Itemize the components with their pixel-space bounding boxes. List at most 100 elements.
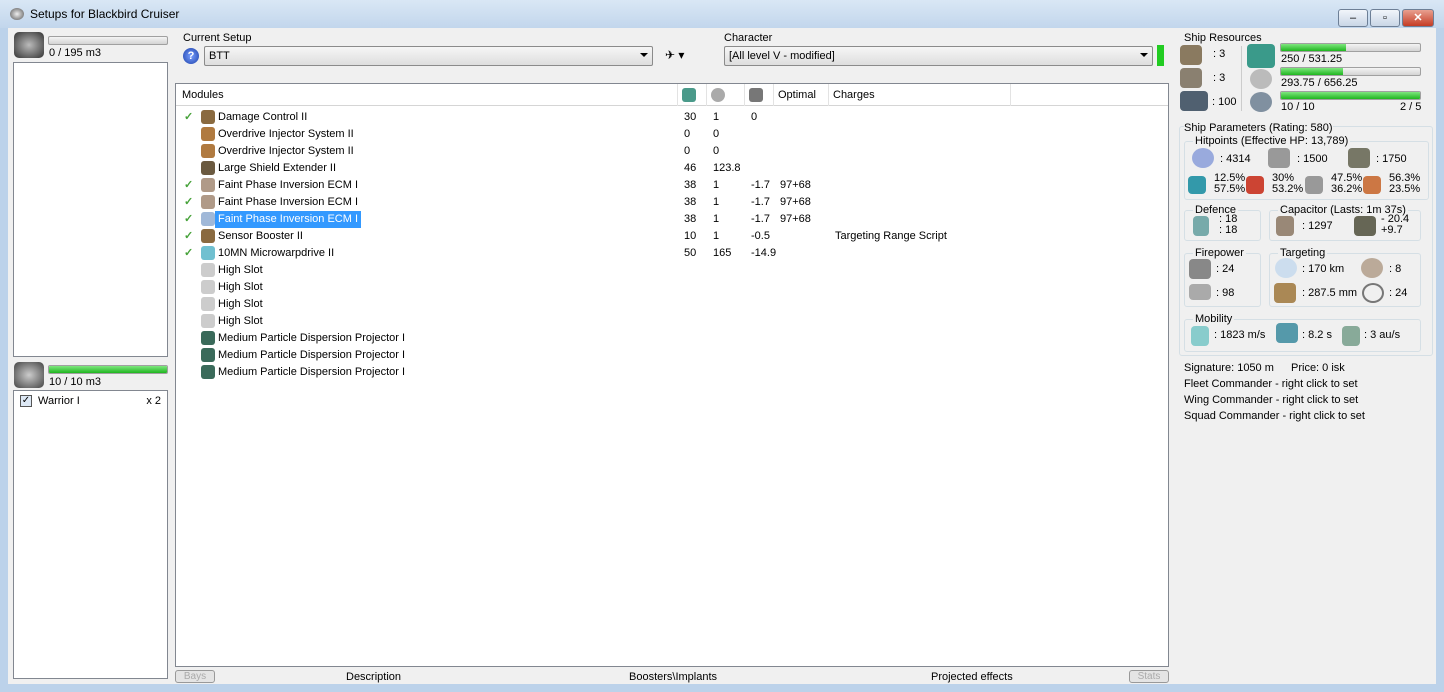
module-powergrid: 1 (713, 179, 720, 191)
module-name: High Slot (218, 264, 263, 276)
divider (1241, 46, 1242, 111)
character-dropdown[interactable]: [All level V - modified] (724, 46, 1153, 66)
scan-resolution: : 287.5 mm (1302, 287, 1358, 299)
tab-bays[interactable]: Bays (175, 670, 215, 683)
squad-commander[interactable]: Squad Commander - right click to set (1184, 410, 1365, 422)
resist-type-icon (1246, 176, 1264, 194)
minimize-button[interactable]: – (1338, 9, 1368, 27)
sensor-strength-icon (1362, 283, 1384, 303)
setup-dropdown[interactable]: BTT (204, 46, 653, 66)
module-powergrid: 1 (713, 196, 720, 208)
column-modules[interactable]: Modules (178, 84, 678, 106)
module-row[interactable]: Overdrive Injector System II 0 0 (176, 126, 1166, 143)
shield-icon (1192, 148, 1214, 168)
capacitor-capacity: : 1297 (1302, 220, 1333, 232)
cpu-icon (1247, 44, 1275, 68)
active-check-icon: ✓ (184, 230, 194, 242)
max-velocity: : 1823 m/s (1214, 329, 1266, 341)
module-cpu: 0 (684, 128, 691, 140)
module-row[interactable]: High Slot (176, 296, 1166, 313)
launcher-hardpoint-icon (1180, 68, 1202, 88)
module-icon (201, 229, 215, 243)
modules-list[interactable]: Modules Optimal Charges ✓ Damage Control … (175, 83, 1169, 667)
fleet-commander[interactable]: Fleet Commander - right click to set (1184, 378, 1358, 390)
resist-value: 57.5% (1214, 183, 1246, 195)
module-row[interactable]: ✓ 10MN Microwarpdrive II 50 165 -14.9 (176, 245, 1166, 262)
character-value: [All level V - modified] (729, 50, 835, 62)
column-optimal[interactable]: Optimal (774, 84, 829, 106)
defence-icon (1193, 216, 1209, 236)
module-optimal: 97+68 (780, 213, 811, 225)
active-check-icon: ✓ (184, 247, 194, 259)
active-check-icon: ✓ (184, 179, 194, 191)
module-row[interactable]: ✓ Damage Control II 30 1 0 (176, 109, 1166, 126)
turret-count: : 3 (1213, 48, 1226, 60)
tab-description[interactable]: Description (346, 671, 401, 683)
drone-checkbox[interactable]: ✓ (20, 395, 32, 407)
module-icon (201, 178, 215, 192)
price: Price: 0 isk (1291, 362, 1345, 374)
module-row[interactable]: ✓ Faint Phase Inversion ECM I 38 1 -1.7 97+68 (176, 194, 1166, 211)
column-powergrid[interactable] (707, 84, 745, 106)
module-row[interactable]: High Slot (176, 279, 1166, 296)
resist-value: 53.2% (1272, 183, 1304, 195)
module-capacitor: -14.9 (751, 247, 777, 259)
resist-type-icon (1188, 176, 1206, 194)
module-row[interactable]: ✓ Sensor Booster II 10 1 -0.5 Targeting Range… (176, 228, 1166, 245)
armor-hp: : 1500 (1297, 153, 1328, 165)
cpu-bar (1280, 43, 1421, 52)
column-capacitor[interactable] (745, 84, 774, 106)
module-icon (201, 246, 215, 260)
module-name: Faint Phase Inversion ECM I (218, 179, 359, 191)
module-icon (201, 314, 215, 328)
app-icon (10, 8, 24, 20)
cargo-list[interactable] (13, 62, 168, 357)
column-cpu[interactable] (678, 84, 707, 106)
module-row[interactable]: High Slot (176, 262, 1166, 279)
column-charges[interactable]: Charges (829, 84, 1011, 106)
module-name: Medium Particle Dispersion Projector I (218, 332, 406, 344)
drone-usage: 10 / 10 m3 (49, 376, 101, 388)
armor-icon (1268, 148, 1290, 168)
module-row[interactable]: Medium Particle Dispersion Projector I (176, 347, 1166, 364)
module-icon (201, 348, 215, 362)
volley-icon (1189, 284, 1211, 300)
drone-bandwidth-value: 10 / 10 (1281, 101, 1315, 113)
drone-list[interactable]: ✓ Warrior I x 2 (13, 390, 168, 679)
firepower-value-a: : 24 (1216, 263, 1235, 275)
module-name: Faint Phase Inversion ECM I (218, 196, 359, 208)
setup-actions-button[interactable]: ✈ ▾ (665, 48, 684, 62)
active-check-icon: ✓ (184, 111, 194, 123)
tab-stats[interactable]: Stats (1129, 670, 1169, 683)
module-row[interactable]: ✓ Faint Phase Inversion ECM I 38 1 -1.7 97+68 (176, 177, 1166, 194)
module-icon (201, 280, 215, 294)
maximize-button[interactable]: ▫ (1370, 9, 1400, 27)
resist-value: 23.5% (1389, 183, 1421, 195)
close-button[interactable]: ✕ (1402, 9, 1434, 27)
help-icon[interactable]: ? (183, 48, 199, 64)
module-row[interactable]: ✓ Faint Phase Inversion ECM I 38 1 -1.7 97+68 (176, 211, 1166, 228)
drone-name: Warrior I (38, 395, 80, 407)
wing-commander[interactable]: Wing Commander - right click to set (1184, 394, 1358, 406)
module-cpu: 0 (684, 145, 691, 157)
module-capacitor: -1.7 (751, 179, 770, 191)
module-cpu: 38 (684, 213, 697, 225)
hitpoints-label: Hitpoints (Effective HP: 13,789) (1193, 135, 1351, 147)
module-name: Faint Phase Inversion ECM I (215, 211, 362, 228)
module-row[interactable]: High Slot (176, 313, 1166, 330)
cargo-bar (48, 36, 168, 45)
module-row[interactable]: Medium Particle Dispersion Projector I (176, 364, 1166, 381)
module-row[interactable]: Medium Particle Dispersion Projector I (176, 330, 1166, 347)
speed-icon (1191, 326, 1209, 346)
module-row[interactable]: Overdrive Injector System II 0 0 (176, 143, 1166, 160)
tab-projected-effects[interactable]: Projected effects (931, 671, 1013, 683)
powergrid-bar (1280, 67, 1421, 76)
module-powergrid: 123.8 (713, 162, 741, 174)
scan-resolution-icon (1274, 283, 1296, 303)
tab-boosters-implants[interactable]: Boosters\Implants (629, 671, 717, 683)
module-cpu: 38 (684, 196, 697, 208)
module-row[interactable]: Large Shield Extender II 46 123.8 (176, 160, 1166, 177)
drone-bandwidth-icon (1250, 92, 1272, 112)
shield-hp: : 4314 (1220, 153, 1251, 165)
module-icon (201, 110, 215, 124)
